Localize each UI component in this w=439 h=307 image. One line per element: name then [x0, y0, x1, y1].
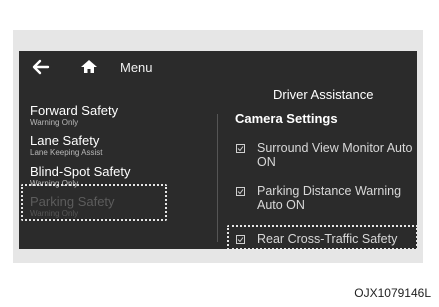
menu-item-title: Forward Safety — [30, 103, 119, 118]
menu-item-title: Lane Safety — [30, 133, 100, 148]
menu-item-subtitle: Lane Keeping Assist — [30, 148, 103, 157]
highlight-box-parking-safety — [21, 184, 167, 221]
menu-item-lane-safety[interactable]: Lane Safety Lane Keeping Assist — [30, 133, 103, 157]
back-arrow-icon[interactable] — [31, 57, 51, 77]
menu-item-title: Blind-Spot Safety — [30, 164, 131, 179]
checkbox[interactable] — [236, 144, 245, 153]
option-label: Parking Distance Warning Auto ON — [257, 184, 402, 212]
infotainment-screen: Menu Driver Assistance Forward Safety Wa… — [19, 51, 418, 250]
top-bar: Menu — [19, 51, 417, 87]
camera-settings-title: Camera Settings — [235, 111, 338, 126]
panel-title: Driver Assistance — [273, 87, 374, 102]
home-icon[interactable] — [79, 57, 99, 77]
highlight-box-rear-cross-traffic — [227, 225, 418, 250]
divider — [217, 114, 218, 242]
figure-code: OJX1079146L — [354, 286, 431, 300]
menu-item-forward-safety[interactable]: Forward Safety Warning Only — [30, 103, 118, 127]
menu-item-subtitle: Warning Only — [30, 118, 79, 127]
menu-button[interactable]: Menu — [120, 60, 153, 75]
checkbox[interactable] — [236, 187, 245, 196]
option-label: Surround View Monitor Auto ON — [257, 141, 413, 169]
